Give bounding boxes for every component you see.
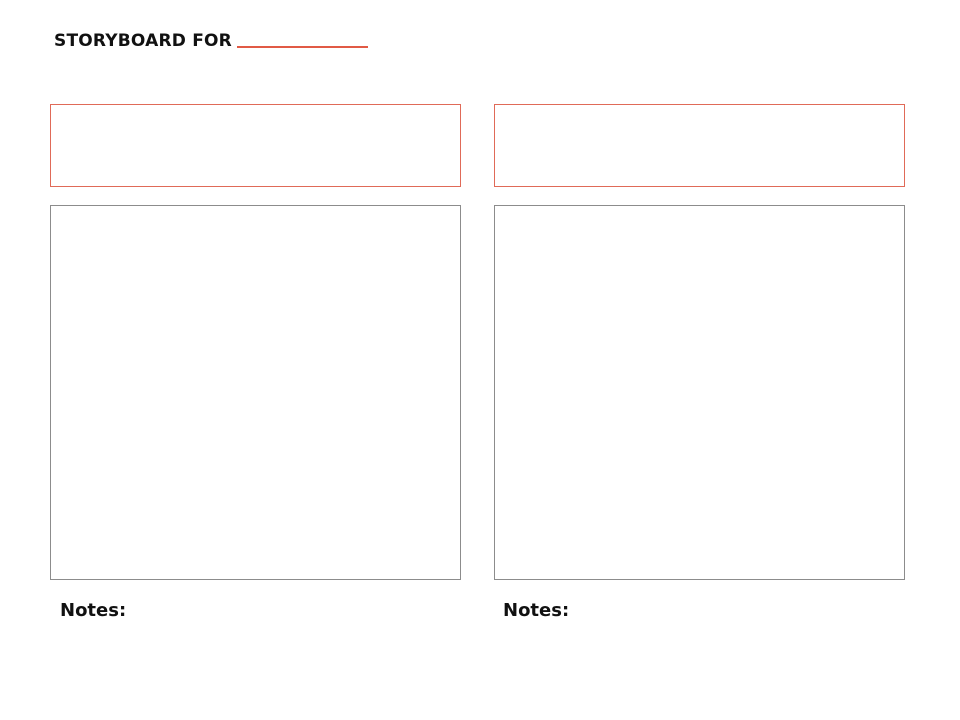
page-title: STORYBOARD FOR [54, 31, 232, 51]
panel-2-notes-label: Notes: [503, 600, 570, 621]
panel-2-frame[interactable] [494, 205, 905, 580]
panel-1-frame[interactable] [50, 205, 461, 580]
panel-2-caption-box[interactable] [494, 104, 905, 187]
panel-1-caption-box[interactable] [50, 104, 461, 187]
title-blank-line[interactable] [236, 46, 368, 48]
storyboard-title-row: STORYBOARD FOR [54, 28, 368, 52]
panel-1-notes-label: Notes: [60, 600, 127, 621]
